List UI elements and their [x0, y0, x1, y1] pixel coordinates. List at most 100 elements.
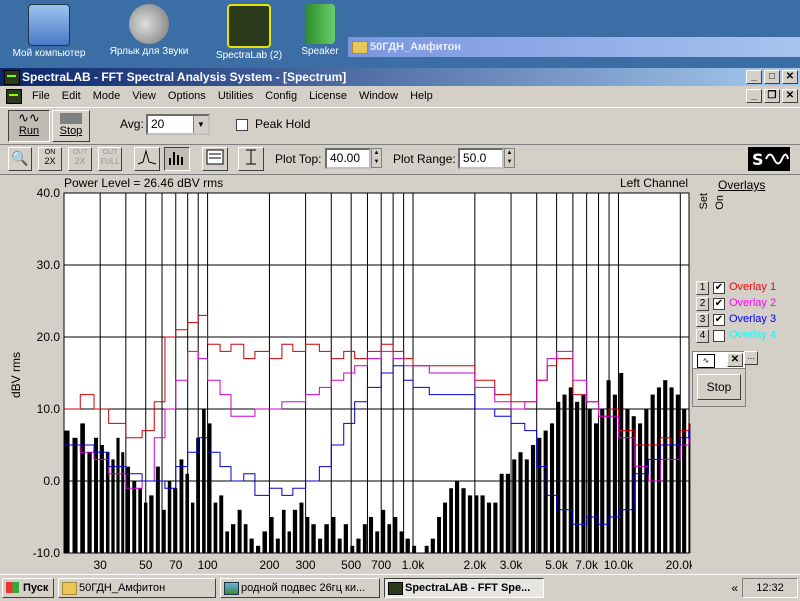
line-plot-button[interactable] — [134, 147, 160, 171]
x-tick-label: 10.0k — [604, 558, 634, 572]
doc-close-button[interactable]: ✕ — [782, 89, 798, 103]
spectrum-bar — [87, 452, 92, 553]
zoom-out-full-button[interactable]: OUT FULL — [98, 147, 122, 171]
menu-window[interactable]: Window — [353, 90, 404, 102]
minimize-button[interactable]: _ — [746, 70, 762, 84]
overlay-on-checkbox-1[interactable]: ✔ — [713, 282, 725, 294]
spectrum-bar — [480, 495, 485, 553]
overlays-title: Overlays — [718, 178, 766, 192]
desktop-icon-sounds[interactable]: Ярлык для Звуки — [104, 0, 194, 57]
plot-range-spinner[interactable]: ▲ ▼ — [504, 148, 515, 168]
run-label: Run — [18, 125, 40, 137]
mini-window-titlebar[interactable]: ∿ ✕ — [693, 352, 745, 369]
spectrum-bar — [356, 538, 361, 553]
plot-top-value: 40.00 — [330, 151, 361, 165]
y-tick-label: 40.0 — [37, 186, 61, 200]
speaker-shortcut-icon — [305, 4, 335, 44]
close-button[interactable]: ✕ — [782, 70, 798, 84]
ellipsis-button[interactable]: ... — [744, 351, 758, 365]
taskbar-item-image[interactable]: родной подвес 26гц ки... — [220, 578, 380, 598]
zoom-full-bottom: FULL — [100, 157, 120, 166]
document-icon[interactable] — [6, 88, 22, 104]
doc-restore-button[interactable]: ❐ — [764, 89, 780, 103]
bar-plot-button[interactable] — [164, 147, 190, 171]
spectrum-bar — [121, 452, 125, 553]
tray-expand-button[interactable]: « — [731, 581, 738, 595]
avg-select[interactable]: 20 ▼ — [146, 114, 210, 135]
x-tick-label: 50 — [139, 558, 153, 572]
x-tick-label: 3.0k — [500, 558, 524, 572]
menu-mode[interactable]: Mode — [87, 90, 127, 102]
menu-utilities[interactable]: Utilities — [212, 90, 259, 102]
plot-top-field[interactable]: 40.00 — [325, 148, 371, 169]
menu-view[interactable]: View — [126, 90, 162, 102]
spectralab-logo: S — [748, 147, 790, 171]
overlay-set-button-2[interactable]: 2 — [696, 297, 709, 311]
mini-stop-button[interactable]: Stop — [697, 374, 741, 400]
spectrum-bar — [443, 502, 448, 553]
spectrum-bar — [387, 524, 392, 553]
x-tick-label: 200 — [259, 558, 279, 572]
toolbar-display: 🔍 ON 2X OUT 2X OUT FULL Plot Top: 40.00 … — [0, 144, 800, 175]
overlay-set-button-4[interactable]: 4 — [696, 329, 709, 343]
line-plot-icon — [137, 149, 157, 165]
taskbar-item-spectralab[interactable]: SpectraLAB - FFT Spe... — [384, 578, 544, 598]
background-window-title[interactable]: 50ГДН_Амфитон — [348, 37, 800, 57]
spectrum-bar — [454, 481, 460, 553]
start-button[interactable]: Пуск — [2, 578, 54, 598]
zoom-in-2x-button[interactable]: ON 2X — [38, 147, 62, 171]
spectrum-bar — [350, 545, 355, 553]
menu-help[interactable]: Help — [404, 90, 439, 102]
x-tick-label: 30 — [93, 558, 107, 572]
overlays-panel: Overlays Set On 1 ✔ Overlay 1 2 ✔ Overlay 2 3 ✔… — [692, 175, 800, 575]
avg-value: 20 — [151, 117, 165, 131]
overlay-label-4: Overlay 4 — [729, 329, 777, 341]
overlay-set-button-3[interactable]: 3 — [696, 313, 709, 327]
mini-sine-icon: ∿ — [697, 354, 715, 368]
plot-top-label: Plot Top: — [275, 152, 322, 166]
spectrum-plot[interactable]: 40.0 30.0 20.0 10.0 0.0 -10.0 30 50 70 100 200 300… — [0, 175, 696, 575]
spectrum-bar — [606, 380, 611, 553]
maximize-button[interactable]: □ — [764, 70, 780, 84]
x-tick-label: 2.0k — [464, 558, 488, 572]
plot-top-spinner[interactable]: ▲ ▼ — [371, 148, 382, 168]
autoscale-button[interactable] — [238, 147, 264, 171]
overlay-on-checkbox-3[interactable]: ✔ — [713, 314, 725, 326]
menu-edit[interactable]: Edit — [56, 90, 87, 102]
menu-license[interactable]: License — [303, 90, 353, 102]
window-title: SpectraLAB - FFT Spectral Analysis Syste… — [22, 70, 347, 84]
zoom-out-2x-button[interactable]: OUT 2X — [68, 147, 92, 171]
doc-minimize-button[interactable]: _ — [746, 89, 762, 103]
desktop-icon-my-computer[interactable]: Мой компьютер — [4, 0, 94, 59]
windows-flag-icon — [6, 582, 19, 593]
menu-config[interactable]: Config — [259, 90, 303, 102]
spectrum-bar — [600, 409, 605, 553]
overlay-on-checkbox-4[interactable] — [713, 330, 725, 342]
peak-hold-checkbox[interactable] — [236, 119, 248, 131]
spectrum-bar — [100, 445, 104, 553]
chevron-down-icon[interactable]: ▼ — [193, 116, 208, 133]
spectrum-bar — [281, 509, 286, 553]
spectrum-bar — [305, 517, 310, 553]
overlay-set-button-1[interactable]: 1 — [696, 281, 709, 295]
image-icon — [224, 582, 239, 595]
spectrum-bar — [225, 531, 230, 553]
spectrum-bar — [505, 473, 510, 553]
system-tray-clock[interactable]: 12:32 — [742, 578, 798, 598]
overlay-label-1: Overlay 1 — [729, 281, 777, 293]
zoom-icon[interactable]: 🔍 — [8, 147, 32, 171]
spectrum-bar — [612, 394, 617, 553]
run-button[interactable]: ∿∿ Run — [8, 110, 50, 142]
plot-range-field[interactable]: 50.0 — [458, 148, 504, 169]
overlay-panel-button[interactable] — [202, 147, 228, 171]
spectralab-icon — [227, 4, 271, 48]
overlay-on-checkbox-2[interactable]: ✔ — [713, 298, 725, 310]
window-titlebar[interactable]: SpectraLAB - FFT Spectral Analysis Syste… — [0, 68, 800, 86]
menu-file[interactable]: File — [26, 90, 56, 102]
avg-label: Avg: — [120, 117, 144, 131]
taskbar-item-folder[interactable]: 50ГДН_Амфитон — [58, 578, 216, 598]
spectrum-bar — [430, 538, 435, 553]
stop-button[interactable]: Stop — [52, 110, 90, 142]
menu-options[interactable]: Options — [162, 90, 212, 102]
mini-close-button[interactable]: ✕ — [727, 353, 743, 367]
